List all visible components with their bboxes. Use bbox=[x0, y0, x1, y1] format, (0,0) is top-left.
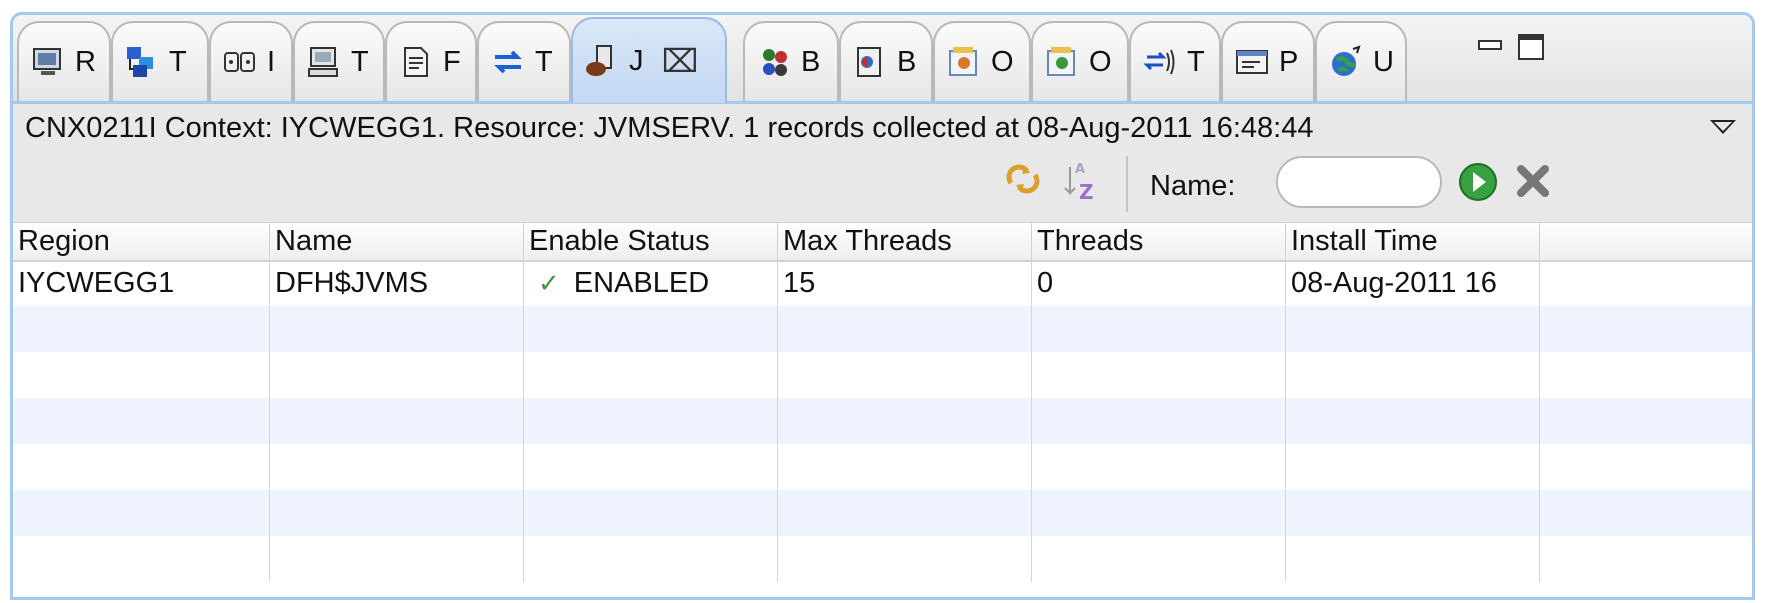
cell-max-threads: 15 bbox=[778, 260, 1032, 306]
tab-label: I bbox=[267, 45, 276, 78]
empty-row bbox=[13, 444, 1752, 490]
tab-label: T bbox=[535, 45, 553, 78]
tab-ipconn[interactable]: I bbox=[209, 21, 293, 101]
osgi-bundle-icon bbox=[947, 45, 981, 79]
tab-label: O bbox=[991, 45, 1014, 78]
svg-text:A: A bbox=[1075, 162, 1085, 177]
tab-urimaps[interactable]: U bbox=[1315, 21, 1407, 101]
program-icon bbox=[1235, 45, 1269, 79]
maximize-icon[interactable] bbox=[1517, 33, 1547, 67]
minimize-icon[interactable] bbox=[1477, 33, 1505, 65]
tab-strip: R T I T F T J ⌧ B B O O T P U bbox=[13, 15, 1752, 104]
empty-row bbox=[13, 398, 1752, 444]
tab-label: B bbox=[897, 45, 917, 78]
table-row[interactable]: IYCWEGG1 DFH$JVMS ✓ ENABLED 15 0 08-Aug-2… bbox=[13, 260, 1752, 306]
region-monitor-icon bbox=[31, 45, 65, 79]
tab-label: B bbox=[801, 45, 821, 78]
tab-tsqueues[interactable]: T bbox=[1129, 21, 1221, 101]
tab-files[interactable]: F bbox=[385, 21, 477, 101]
tab-label: F bbox=[443, 45, 461, 78]
tcpip-service-icon bbox=[491, 45, 525, 79]
tab-tcpip-services[interactable]: T bbox=[477, 21, 571, 101]
name-filter-label: Name: bbox=[1150, 170, 1236, 202]
context-message: CNX0211I Context: IYCWEGG1. Resource: JV… bbox=[25, 112, 1314, 144]
tab-label: J bbox=[629, 44, 644, 77]
tab-label: T bbox=[351, 45, 369, 78]
osgi-service-icon bbox=[1045, 45, 1079, 79]
name-filter-input[interactable] bbox=[1276, 156, 1442, 208]
tab-label: U bbox=[1373, 45, 1394, 78]
uri-map-icon bbox=[1329, 45, 1363, 79]
empty-row bbox=[13, 306, 1752, 352]
tab-label: O bbox=[1089, 45, 1112, 78]
resource-table: Region Name Enable Status Max Threads Th… bbox=[13, 222, 1752, 597]
svg-text:Z: Z bbox=[1079, 180, 1094, 203]
tab-programs[interactable]: P bbox=[1221, 21, 1315, 101]
cell-name: DFH$JVMS bbox=[270, 260, 524, 306]
cell-install-time: 08-Aug-2011 16 bbox=[1286, 260, 1540, 306]
column-header-install-time[interactable]: Install Time bbox=[1286, 223, 1540, 260]
tsqueue-icon bbox=[1143, 45, 1177, 79]
cell-enable-status: ✓ ENABLED bbox=[524, 260, 778, 306]
column-header-name[interactable]: Name bbox=[270, 223, 524, 260]
jvm-server-view: R T I T F T J ⌧ B B O O T P U CNX0211I C… bbox=[10, 12, 1755, 600]
check-icon: ✓ bbox=[538, 268, 560, 298]
transaction-icon bbox=[125, 45, 159, 79]
clear-filter-icon[interactable] bbox=[1513, 161, 1553, 205]
tab-label: T bbox=[169, 45, 187, 78]
ipconn-icon bbox=[223, 45, 257, 79]
empty-row bbox=[13, 490, 1752, 536]
table-header: Region Name Enable Status Max Threads Th… bbox=[13, 222, 1752, 262]
tab-label: T bbox=[1187, 45, 1205, 78]
sort-az-icon[interactable]: AZ bbox=[1061, 159, 1105, 207]
file-icon bbox=[399, 45, 433, 79]
tab-bundle-parts[interactable]: B bbox=[839, 21, 933, 101]
enable-status-value: ENABLED bbox=[573, 267, 710, 299]
run-filter-icon[interactable] bbox=[1457, 161, 1499, 207]
column-header-region[interactable]: Region bbox=[13, 223, 270, 260]
empty-row bbox=[13, 536, 1752, 582]
cell-region: IYCWEGG1 bbox=[13, 260, 270, 306]
jvmserver-icon bbox=[585, 44, 619, 78]
tab-terminals[interactable]: T bbox=[293, 21, 385, 101]
close-tab-icon[interactable]: ⌧ bbox=[662, 42, 699, 80]
terminal-icon bbox=[307, 45, 341, 79]
refresh-icon[interactable] bbox=[1003, 159, 1043, 203]
tab-osgi-services[interactable]: O bbox=[1031, 21, 1129, 101]
empty-row bbox=[13, 352, 1752, 398]
column-header-max-threads[interactable]: Max Threads bbox=[778, 223, 1032, 260]
tab-osgi-bundles[interactable]: O bbox=[933, 21, 1031, 101]
tab-label: P bbox=[1279, 45, 1299, 78]
tab-regions[interactable]: R bbox=[17, 21, 111, 101]
column-header-threads[interactable]: Threads bbox=[1032, 223, 1286, 260]
view-toolbar: CNX0211I Context: IYCWEGG1. Resource: JV… bbox=[13, 104, 1752, 234]
view-menu-icon[interactable] bbox=[1710, 120, 1736, 134]
bundle-part-icon bbox=[853, 45, 887, 79]
bundle-icon bbox=[757, 45, 791, 79]
tab-bundles[interactable]: B bbox=[743, 21, 839, 101]
tab-jvmservers[interactable]: J ⌧ bbox=[571, 17, 727, 103]
tab-transactions[interactable]: T bbox=[111, 21, 209, 101]
column-header-enable-status[interactable]: Enable Status bbox=[524, 223, 778, 260]
cell-threads: 0 bbox=[1032, 260, 1286, 306]
tab-label: R bbox=[75, 45, 96, 78]
toolbar-separator bbox=[1126, 156, 1128, 212]
